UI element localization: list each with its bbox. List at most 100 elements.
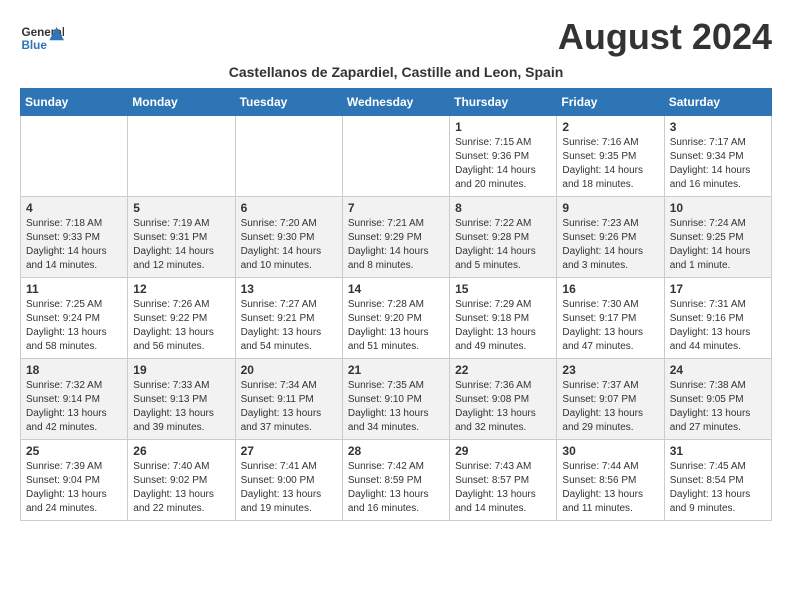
generalblue-logo-icon: General Blue (20, 16, 64, 60)
calendar-cell (342, 116, 449, 197)
calendar-week-row: 25 Sunrise: 7:39 AM Sunset: 9:04 PM Dayli… (21, 440, 772, 521)
day-info: Sunrise: 7:20 AM Sunset: 9:30 PM Dayligh… (241, 217, 337, 273)
weekday-header-monday: Monday (128, 89, 235, 116)
day-info: Sunrise: 7:16 AM Sunset: 9:35 PM Dayligh… (562, 136, 658, 192)
calendar-cell (128, 116, 235, 197)
day-info: Sunrise: 7:35 AM Sunset: 9:10 PM Dayligh… (348, 379, 444, 435)
calendar-cell: 10Sunrise: 7:24 AM Sunset: 9:25 PM Dayli… (664, 197, 771, 278)
day-number: 25 (26, 444, 122, 458)
day-info: Sunrise: 7:38 AM Sunset: 9:05 PM Dayligh… (670, 379, 766, 435)
day-info: Sunrise: 7:29 AM Sunset: 9:18 PM Dayligh… (455, 298, 551, 354)
day-number: 4 (26, 201, 122, 215)
day-number: 28 (348, 444, 444, 458)
calendar-cell: 20 Sunrise: 7:34 AM Sunset: 9:11 PM Dayli… (235, 359, 342, 440)
day-number: 22 (455, 363, 551, 377)
calendar-cell: 15 Sunrise: 7:29 AM Sunset: 9:18 PM Dayli… (450, 278, 557, 359)
location-subtitle: Castellanos de Zapardiel, Castille and L… (20, 64, 772, 80)
calendar-week-row: 18Sunrise: 7:32 AM Sunset: 9:14 PM Dayli… (21, 359, 772, 440)
day-info: Sunrise: 7:44 AM Sunset: 8:56 PM Dayligh… (562, 460, 658, 516)
calendar-cell: 9Sunrise: 7:23 AM Sunset: 9:26 PM Daylig… (557, 197, 664, 278)
day-info: Sunrise: 7:27 AM Sunset: 9:21 PM Dayligh… (241, 298, 337, 354)
calendar-cell: 26 Sunrise: 7:40 AM Sunset: 9:02 PM Dayli… (128, 440, 235, 521)
day-number: 8 (455, 201, 551, 215)
weekday-header-wednesday: Wednesday (342, 89, 449, 116)
calendar-cell: 31Sunrise: 7:45 AM Sunset: 8:54 PM Dayli… (664, 440, 771, 521)
day-number: 20 (241, 363, 337, 377)
day-info: Sunrise: 7:37 AM Sunset: 9:07 PM Dayligh… (562, 379, 658, 435)
day-number: 15 (455, 282, 551, 296)
day-info: Sunrise: 7:25 AM Sunset: 9:24 PM Dayligh… (26, 298, 122, 354)
day-number: 30 (562, 444, 658, 458)
calendar-cell (235, 116, 342, 197)
day-number: 9 (562, 201, 658, 215)
calendar-week-row: 4 Sunrise: 7:18 AM Sunset: 9:33 PM Daylig… (21, 197, 772, 278)
weekday-header-saturday: Saturday (664, 89, 771, 116)
day-number: 13 (241, 282, 337, 296)
day-number: 18 (26, 363, 122, 377)
calendar-cell: 27 Sunrise: 7:41 AM Sunset: 9:00 PM Dayli… (235, 440, 342, 521)
weekday-header-tuesday: Tuesday (235, 89, 342, 116)
day-info: Sunrise: 7:34 AM Sunset: 9:11 PM Dayligh… (241, 379, 337, 435)
calendar-cell: 14 Sunrise: 7:28 AM Sunset: 9:20 PM Dayli… (342, 278, 449, 359)
day-number: 19 (133, 363, 229, 377)
day-number: 7 (348, 201, 444, 215)
day-info: Sunrise: 7:31 AM Sunset: 9:16 PM Dayligh… (670, 298, 766, 354)
calendar-cell: 11 Sunrise: 7:25 AM Sunset: 9:24 PM Dayli… (21, 278, 128, 359)
calendar-cell: 28 Sunrise: 7:42 AM Sunset: 8:59 PM Dayli… (342, 440, 449, 521)
day-number: 1 (455, 120, 551, 134)
day-info: Sunrise: 7:40 AM Sunset: 9:02 PM Dayligh… (133, 460, 229, 516)
day-number: 24 (670, 363, 766, 377)
day-number: 27 (241, 444, 337, 458)
weekday-header-thursday: Thursday (450, 89, 557, 116)
weekday-header-sunday: Sunday (21, 89, 128, 116)
svg-text:Blue: Blue (21, 39, 47, 52)
calendar-cell: 13 Sunrise: 7:27 AM Sunset: 9:21 PM Dayli… (235, 278, 342, 359)
calendar-week-row: 11 Sunrise: 7:25 AM Sunset: 9:24 PM Dayli… (21, 278, 772, 359)
day-number: 31 (670, 444, 766, 458)
calendar-cell: 24 Sunrise: 7:38 AM Sunset: 9:05 PM Dayli… (664, 359, 771, 440)
day-info: Sunrise: 7:30 AM Sunset: 9:17 PM Dayligh… (562, 298, 658, 354)
day-info: Sunrise: 7:26 AM Sunset: 9:22 PM Dayligh… (133, 298, 229, 354)
day-info: Sunrise: 7:15 AM Sunset: 9:36 PM Dayligh… (455, 136, 551, 192)
calendar-cell: 3Sunrise: 7:17 AM Sunset: 9:34 PM Daylig… (664, 116, 771, 197)
day-number: 12 (133, 282, 229, 296)
day-number: 23 (562, 363, 658, 377)
calendar-cell: 17 Sunrise: 7:31 AM Sunset: 9:16 PM Dayli… (664, 278, 771, 359)
calendar-cell: 1 Sunrise: 7:15 AM Sunset: 9:36 PM Daylig… (450, 116, 557, 197)
calendar-cell: 6 Sunrise: 7:20 AM Sunset: 9:30 PM Daylig… (235, 197, 342, 278)
calendar-week-row: 1 Sunrise: 7:15 AM Sunset: 9:36 PM Daylig… (21, 116, 772, 197)
day-number: 17 (670, 282, 766, 296)
calendar-cell: 12 Sunrise: 7:26 AM Sunset: 9:22 PM Dayli… (128, 278, 235, 359)
calendar-cell: 25 Sunrise: 7:39 AM Sunset: 9:04 PM Dayli… (21, 440, 128, 521)
calendar-table: SundayMondayTuesdayWednesdayThursdayFrid… (20, 88, 772, 521)
calendar-cell: 21 Sunrise: 7:35 AM Sunset: 9:10 PM Dayli… (342, 359, 449, 440)
day-info: Sunrise: 7:42 AM Sunset: 8:59 PM Dayligh… (348, 460, 444, 516)
calendar-cell (21, 116, 128, 197)
day-number: 16 (562, 282, 658, 296)
day-number: 14 (348, 282, 444, 296)
calendar-cell: 2 Sunrise: 7:16 AM Sunset: 9:35 PM Daylig… (557, 116, 664, 197)
day-info: Sunrise: 7:41 AM Sunset: 9:00 PM Dayligh… (241, 460, 337, 516)
calendar-cell: 22 Sunrise: 7:36 AM Sunset: 9:08 PM Dayli… (450, 359, 557, 440)
day-number: 2 (562, 120, 658, 134)
day-info: Sunrise: 7:17 AM Sunset: 9:34 PM Dayligh… (670, 136, 766, 192)
day-number: 21 (348, 363, 444, 377)
day-number: 26 (133, 444, 229, 458)
day-number: 5 (133, 201, 229, 215)
day-info: Sunrise: 7:33 AM Sunset: 9:13 PM Dayligh… (133, 379, 229, 435)
calendar-cell: 19 Sunrise: 7:33 AM Sunset: 9:13 PM Dayli… (128, 359, 235, 440)
day-info: Sunrise: 7:39 AM Sunset: 9:04 PM Dayligh… (26, 460, 122, 516)
calendar-cell: 30 Sunrise: 7:44 AM Sunset: 8:56 PM Dayli… (557, 440, 664, 521)
day-info: Sunrise: 7:18 AM Sunset: 9:33 PM Dayligh… (26, 217, 122, 273)
weekday-header-friday: Friday (557, 89, 664, 116)
day-info: Sunrise: 7:36 AM Sunset: 9:08 PM Dayligh… (455, 379, 551, 435)
calendar-cell: 8Sunrise: 7:22 AM Sunset: 9:28 PM Daylig… (450, 197, 557, 278)
day-number: 10 (670, 201, 766, 215)
calendar-cell: 16 Sunrise: 7:30 AM Sunset: 9:17 PM Dayli… (557, 278, 664, 359)
day-info: Sunrise: 7:43 AM Sunset: 8:57 PM Dayligh… (455, 460, 551, 516)
day-info: Sunrise: 7:21 AM Sunset: 9:29 PM Dayligh… (348, 217, 444, 273)
day-number: 11 (26, 282, 122, 296)
calendar-cell: 29Sunrise: 7:43 AM Sunset: 8:57 PM Dayli… (450, 440, 557, 521)
day-info: Sunrise: 7:28 AM Sunset: 9:20 PM Dayligh… (348, 298, 444, 354)
day-number: 6 (241, 201, 337, 215)
